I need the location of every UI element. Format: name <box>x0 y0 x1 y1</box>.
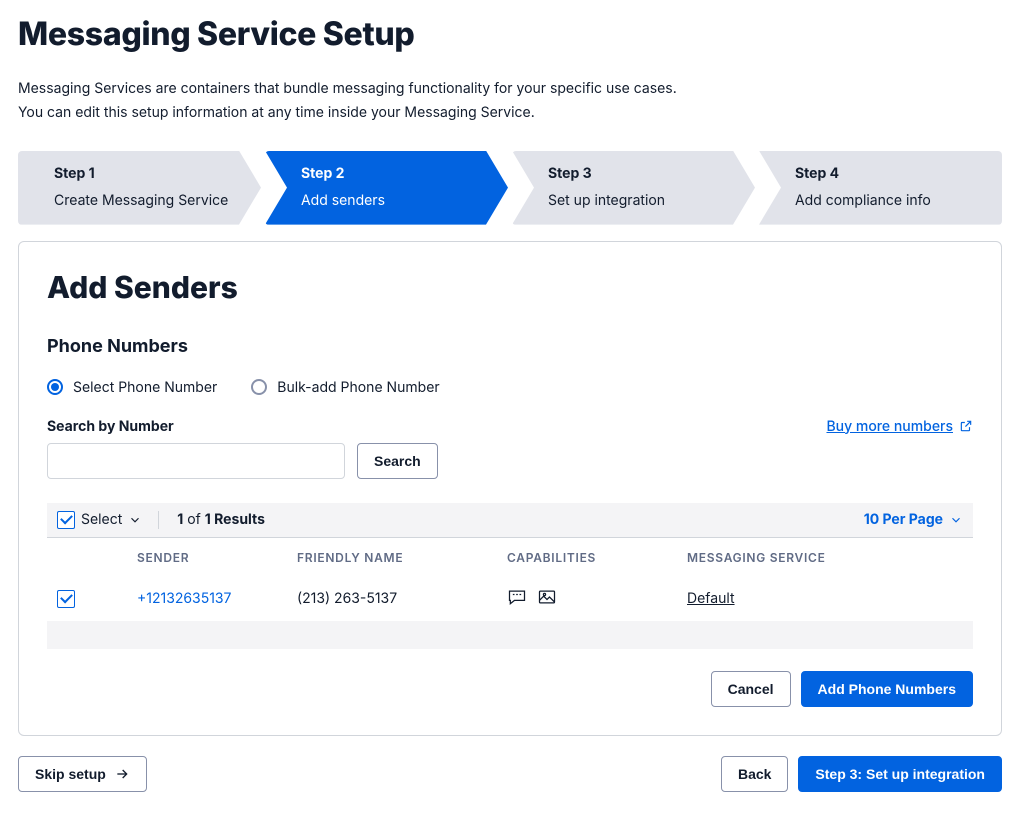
step-2-add-senders[interactable]: Step 2 Add senders <box>265 151 508 225</box>
row-sender-number[interactable]: +12132635137 <box>97 590 297 607</box>
results-count: 1 of 1 Results <box>177 511 265 528</box>
results-of: of <box>187 511 201 528</box>
table-header: SENDER FRIENDLY NAME CAPABILITIES MESSAG… <box>47 538 973 577</box>
search-button[interactable]: Search <box>357 443 438 479</box>
bulk-select-checkbox[interactable] <box>57 511 75 529</box>
step-4-compliance[interactable]: Step 4 Add compliance info <box>759 151 1002 225</box>
phone-number-list: Select 1 of 1 Results 10 Per Page SENDER <box>47 503 973 649</box>
setup-stepper: Step 1 Create Messaging Service Step 2 A… <box>18 151 1002 225</box>
radio-bulk-label: Bulk-add Phone Number <box>277 379 439 396</box>
col-capabilities: CAPABILITIES <box>507 550 687 565</box>
step-4-label: Step 4 <box>795 165 972 182</box>
search-label: Search by Number <box>47 418 174 435</box>
step-1-desc: Create Messaging Service <box>54 192 231 209</box>
col-friendly: FRIENDLY NAME <box>297 550 507 565</box>
radio-select-label: Select Phone Number <box>73 379 217 396</box>
back-button[interactable]: Back <box>721 756 788 792</box>
add-senders-panel: Add Senders Phone Numbers Select Phone N… <box>18 241 1002 736</box>
col-sender: SENDER <box>97 550 297 565</box>
mms-icon <box>537 587 557 607</box>
radio-bulk-add-phone-number[interactable]: Bulk-add Phone Number <box>251 379 439 396</box>
external-link-icon <box>959 419 973 433</box>
buy-more-numbers-link[interactable]: Buy more numbers <box>826 418 973 435</box>
row-friendly-name: (213) 263-5137 <box>297 590 507 607</box>
search-controls: Search <box>47 443 973 479</box>
results-selected: 1 <box>177 511 183 528</box>
results-total: 1 Results <box>205 511 265 528</box>
search-header-row: Search by Number Buy more numbers <box>47 418 973 435</box>
chevron-down-icon <box>949 513 963 527</box>
arrow-right-icon <box>114 766 130 782</box>
search-number-input[interactable] <box>47 443 345 479</box>
phone-numbers-heading: Phone Numbers <box>47 336 973 357</box>
step-4-desc: Add compliance info <box>795 192 972 209</box>
buy-link-text: Buy more numbers <box>826 418 953 435</box>
row-checkbox[interactable] <box>57 590 75 608</box>
radio-unselected-icon <box>251 379 267 395</box>
per-page-selector[interactable]: 10 Per Page <box>864 511 963 528</box>
bulk-select-control[interactable]: Select <box>57 511 159 529</box>
bulk-select-label: Select <box>81 511 122 528</box>
per-page-label: 10 Per Page <box>864 511 943 528</box>
skip-setup-label: Skip setup <box>35 766 106 782</box>
panel-heading: Add Senders <box>47 270 973 306</box>
row-messaging-service-link[interactable]: Default <box>687 590 735 607</box>
sms-icon <box>507 587 527 607</box>
page-footer: Skip setup Back Step 3: Set up integrati… <box>18 756 1002 792</box>
add-phone-numbers-button[interactable]: Add Phone Numbers <box>801 671 973 707</box>
step-2-label: Step 2 <box>301 165 478 182</box>
table-row: +12132635137 (213) 263-5137 Default <box>47 577 973 621</box>
list-toolbar: Select 1 of 1 Results 10 Per Page <box>47 503 973 538</box>
intro-line-2: You can edit this setup information at a… <box>18 101 1002 125</box>
step-1-label: Step 1 <box>54 165 231 182</box>
table-empty-row <box>47 621 973 649</box>
panel-footer: Cancel Add Phone Numbers <box>47 671 973 707</box>
step-2-desc: Add senders <box>301 192 478 209</box>
step-3-integration[interactable]: Step 3 Set up integration <box>512 151 755 225</box>
skip-setup-button[interactable]: Skip setup <box>18 756 147 792</box>
chevron-down-icon <box>128 513 142 527</box>
intro-line-1: Messaging Services are containers that b… <box>18 77 1002 101</box>
intro-block: Messaging Services are containers that b… <box>18 77 1002 125</box>
step-3-desc: Set up integration <box>548 192 725 209</box>
col-messaging-service: MESSAGING SERVICE <box>687 550 963 565</box>
page-title: Messaging Service Setup <box>18 14 1002 53</box>
row-capabilities <box>507 587 557 607</box>
radio-select-phone-number[interactable]: Select Phone Number <box>47 379 217 396</box>
step-3-label: Step 3 <box>548 165 725 182</box>
sender-mode-radio-group: Select Phone Number Bulk-add Phone Numbe… <box>47 379 973 396</box>
step-1-create-service[interactable]: Step 1 Create Messaging Service <box>18 151 261 225</box>
cancel-button[interactable]: Cancel <box>711 671 791 707</box>
next-step-button[interactable]: Step 3: Set up integration <box>798 756 1002 792</box>
radio-selected-icon <box>47 379 63 395</box>
